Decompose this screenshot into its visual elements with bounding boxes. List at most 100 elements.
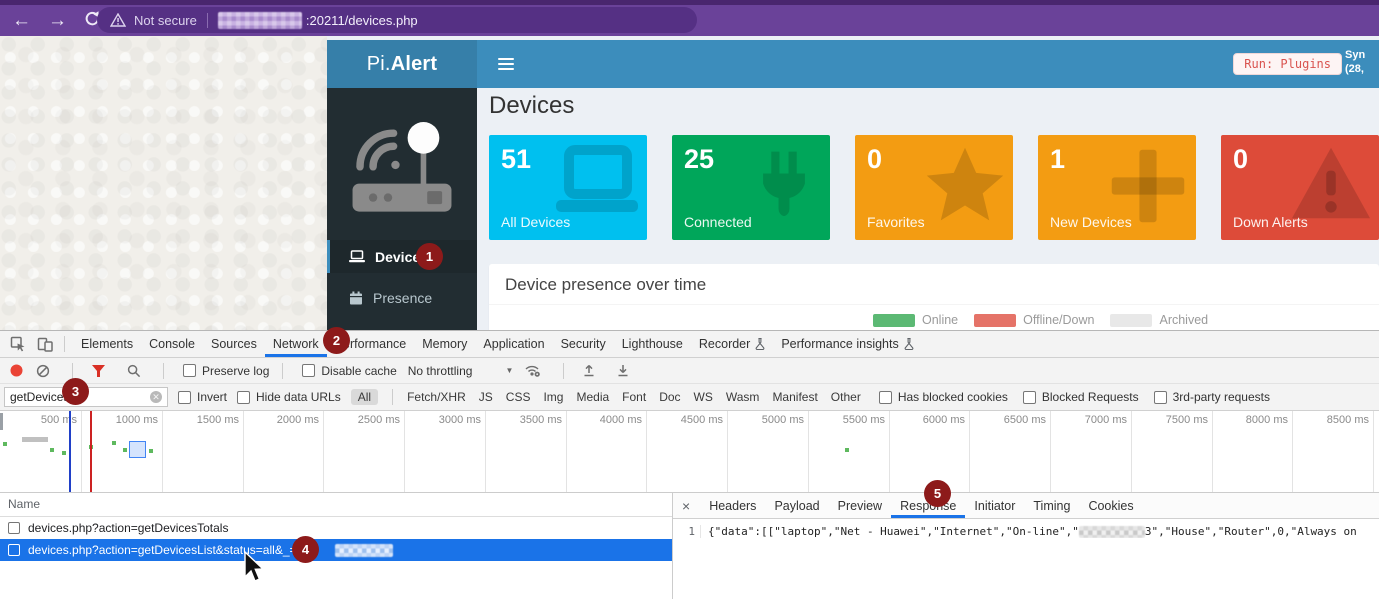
disable-cache-checkbox[interactable]: Disable cache [302, 364, 396, 378]
pialert-app: Pi.Alert Run: Plugins Syn(28, [327, 40, 1379, 330]
record-icon[interactable] [10, 364, 23, 377]
network-filterbar: getDevices ✕ Invert Hide data URLs AllFe… [0, 384, 1379, 411]
device-toolbar-icon[interactable] [37, 336, 53, 352]
filter-chip-media[interactable]: Media [576, 390, 609, 404]
filter-chip-ws[interactable]: WS [694, 390, 713, 404]
address-bar[interactable]: Not secure :20211/devices.php [97, 7, 697, 33]
tab-lighthouse[interactable]: Lighthouse [614, 331, 691, 357]
detail-tab-timing[interactable]: Timing [1024, 493, 1079, 518]
tab-elements[interactable]: Elements [73, 331, 141, 357]
browser-viewport: Pi.Alert Run: Plugins Syn(28, [0, 36, 1379, 330]
filter-chip-css[interactable]: CSS [506, 390, 531, 404]
export-har-icon[interactable] [617, 364, 629, 377]
request-row[interactable]: devices.php?action=getDevicesTotals [0, 517, 672, 539]
tab-memory[interactable]: Memory [414, 331, 475, 357]
filter-chip-img[interactable]: Img [543, 390, 563, 404]
preserve-log-checkbox[interactable]: Preserve log [183, 364, 269, 378]
experiment-flask-icon [755, 338, 765, 350]
legend-item-online[interactable]: Online [873, 313, 958, 327]
filter-chip-doc[interactable]: Doc [659, 390, 680, 404]
back-icon[interactable]: ← [12, 11, 31, 30]
sidebar-item-label: Presence [373, 290, 432, 306]
hamburger-menu-icon[interactable] [498, 58, 514, 73]
filter-chip-all[interactable]: All [351, 389, 378, 405]
timeline-activity-dot [3, 442, 7, 446]
tab-label: Memory [422, 337, 467, 351]
tab-performance-insights[interactable]: Performance insights [773, 331, 921, 357]
timeline-tick-label: 7000 ms [1069, 414, 1127, 426]
detail-tab-initiator[interactable]: Initiator [965, 493, 1024, 518]
tab-console[interactable]: Console [141, 331, 203, 357]
network-overview-timeline[interactable]: 500 ms1000 ms1500 ms2000 ms2500 ms3000 m… [0, 411, 1379, 493]
timeline-tick-label: 1500 ms [181, 414, 239, 426]
search-icon[interactable] [127, 364, 141, 378]
detail-tab-cookies[interactable]: Cookies [1079, 493, 1142, 518]
run-plugins-button[interactable]: Run: Plugins [1233, 53, 1342, 75]
timeline-gridline [646, 411, 647, 492]
sidebar-item-devices[interactable]: Devices [327, 240, 477, 273]
redacted-response-value [1079, 526, 1145, 538]
filter-chip-js[interactable]: JS [479, 390, 493, 404]
clear-icon[interactable] [36, 364, 50, 378]
blocked-requests-checkbox[interactable]: Blocked Requests [1023, 390, 1139, 404]
app-navbar: Run: Plugins Syn(28, [477, 40, 1379, 88]
tab-sources[interactable]: Sources [203, 331, 265, 357]
timeline-gridline [485, 411, 486, 492]
card-value: 51 [489, 135, 647, 175]
summary-card-favorites[interactable]: 0Favorites [855, 135, 1013, 240]
timeline-tick-label: 1000 ms [100, 414, 158, 426]
name-column-header[interactable]: Name [0, 493, 672, 517]
request-checkbox[interactable] [8, 522, 20, 534]
detail-tab-payload[interactable]: Payload [765, 493, 828, 518]
filter-chip-font[interactable]: Font [622, 390, 646, 404]
timeline-gridline [566, 411, 567, 492]
request-row[interactable]: devices.php?action=getDevicesList&status… [0, 539, 672, 561]
clear-filter-icon[interactable]: ✕ [150, 391, 162, 403]
timeline-gridline [1373, 411, 1374, 492]
detail-tab-preview[interactable]: Preview [829, 493, 891, 518]
url-text: :20211/devices.php [306, 13, 418, 28]
legend-item-offline-down[interactable]: Offline/Down [974, 313, 1094, 327]
pialert-logo[interactable]: Pi.Alert [327, 40, 477, 88]
inspect-element-icon[interactable] [10, 336, 26, 352]
timeline-activity-dot [845, 448, 849, 452]
card-value: 0 [1221, 135, 1379, 175]
hide-data-urls-checkbox[interactable]: Hide data URLs [237, 390, 341, 404]
timeline-tick-label: 2000 ms [261, 414, 319, 426]
detail-tab-headers[interactable]: Headers [700, 493, 765, 518]
filter-chip-other[interactable]: Other [831, 390, 861, 404]
annotation-step-1: 1 [416, 243, 443, 270]
import-har-icon[interactable] [583, 364, 595, 377]
summary-card-connected[interactable]: 25Connected [672, 135, 830, 240]
close-detail-icon[interactable]: × [673, 498, 700, 514]
request-checkbox[interactable] [8, 544, 20, 556]
timeline-selected-request-marker [129, 441, 146, 458]
legend-label: Online [922, 313, 958, 327]
legend-item-archived[interactable]: Archived [1110, 313, 1208, 327]
filter-chip-wasm[interactable]: Wasm [726, 390, 760, 404]
detail-tabbar: × HeadersPayloadPreviewResponseInitiator… [673, 493, 1379, 519]
tab-network[interactable]: Network [265, 331, 327, 357]
sidebar-item-presence[interactable]: Presence [327, 281, 477, 314]
summary-card-down-alerts[interactable]: 0Down Alerts [1221, 135, 1379, 240]
invert-checkbox[interactable]: Invert [178, 390, 227, 404]
annotation-step-3: 3 [62, 378, 89, 405]
throttling-dropdown[interactable]: No throttling▼ [408, 364, 514, 378]
checkbox [1023, 391, 1036, 404]
summary-card-new-devices[interactable]: 1New Devices [1038, 135, 1196, 240]
timeline-domcontentloaded-line [69, 411, 71, 492]
network-conditions-icon[interactable] [524, 363, 541, 378]
tab-label: Sources [211, 337, 257, 351]
timeline-tick-label: 3500 ms [504, 414, 562, 426]
tab-security[interactable]: Security [553, 331, 614, 357]
checkbox [1154, 391, 1167, 404]
forward-icon[interactable]: → [48, 11, 67, 30]
tab-application[interactable]: Application [475, 331, 552, 357]
summary-card-all-devices[interactable]: 51All Devices [489, 135, 647, 240]
3rd-party-requests-checkbox[interactable]: 3rd-party requests [1154, 390, 1270, 404]
filter-chip-fetch-xhr[interactable]: Fetch/XHR [407, 390, 466, 404]
filter-icon[interactable] [92, 365, 105, 377]
tab-recorder[interactable]: Recorder [691, 331, 773, 357]
filter-chip-manifest[interactable]: Manifest [772, 390, 817, 404]
has-blocked-cookies-checkbox[interactable]: Has blocked cookies [879, 390, 1008, 404]
